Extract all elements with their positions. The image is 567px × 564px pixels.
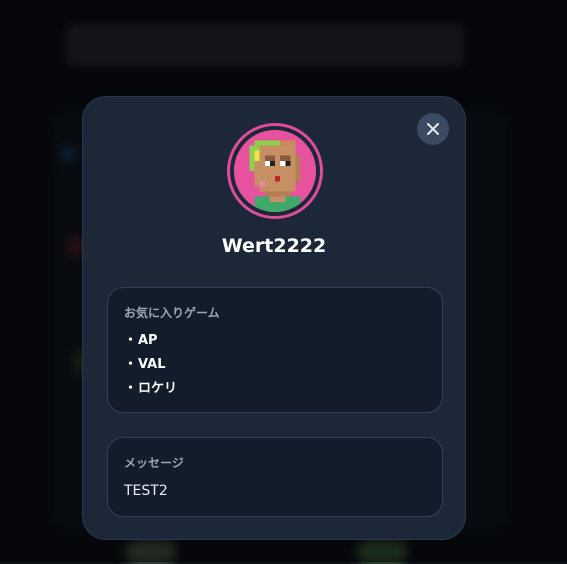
pixel-art-avatar-icon [234, 130, 316, 212]
list-bullet: ・ [124, 381, 138, 396]
avatar-ring [227, 123, 323, 219]
game-name: ロケリ [138, 381, 178, 396]
game-name: AP [138, 333, 158, 348]
favorite-games-list: ・AP ・VAL ・ロケリ [124, 329, 426, 401]
avatar [234, 130, 316, 212]
list-item: ・ロケリ [124, 377, 426, 401]
list-bullet: ・ [124, 357, 138, 372]
favorite-games-section: お気に入りゲーム ・AP ・VAL ・ロケリ [107, 287, 443, 413]
message-title: メッセージ [124, 456, 184, 470]
message-text: TEST2 [124, 483, 168, 499]
close-icon [427, 123, 439, 135]
profile-modal: Wert2222 お気に入りゲーム ・AP ・VAL ・ロケリ メッセージ TE… [82, 96, 466, 540]
message-section: メッセージ TEST2 [107, 437, 443, 517]
favorite-games-title: お気に入りゲーム [124, 306, 220, 320]
list-bullet: ・ [124, 333, 138, 348]
close-button[interactable] [417, 113, 449, 145]
username: Wert2222 [221, 235, 327, 257]
list-item: ・AP [124, 329, 426, 353]
list-item: ・VAL [124, 353, 426, 377]
game-name: VAL [138, 357, 166, 372]
